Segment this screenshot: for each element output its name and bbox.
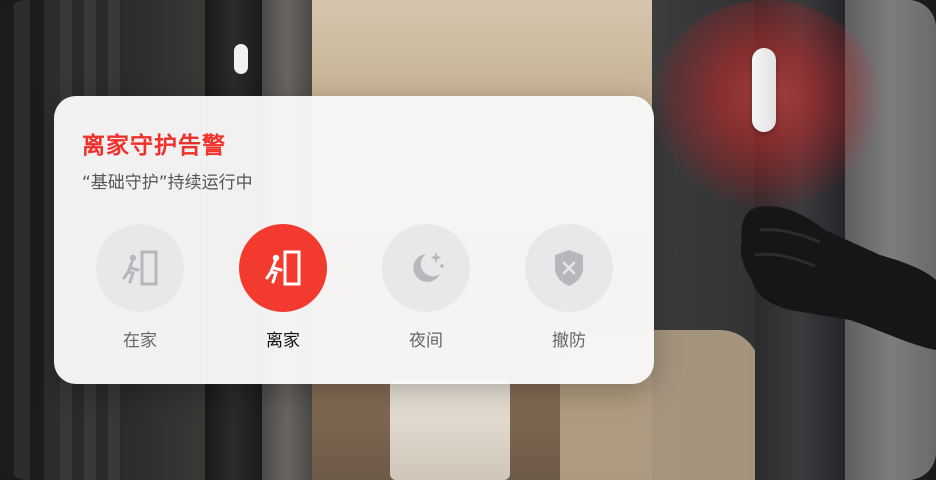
- mode-disarm-button[interactable]: 撤防: [525, 224, 613, 351]
- gloved-hand: [740, 206, 936, 350]
- marble-table: [390, 380, 510, 480]
- alert-subtitle: “基础守护”持续运行中: [82, 173, 253, 193]
- mode-label: 夜间: [409, 331, 443, 351]
- moon-stars-icon: [413, 252, 444, 282]
- mode-label: 在家: [123, 331, 157, 351]
- background-photo: 离家守护告警 “基础守护”持续运行中 在家 离家 夜间 撤防: [0, 0, 936, 480]
- exit-door-icon: [122, 250, 158, 286]
- door-sensor: [234, 44, 248, 74]
- curtain: [0, 0, 60, 480]
- mode-night-button[interactable]: 夜间: [382, 224, 470, 351]
- mode-circle: [525, 224, 613, 312]
- mode-circle: [96, 224, 184, 312]
- exit-door-icon: [265, 250, 301, 286]
- mode-circle: [382, 224, 470, 312]
- mode-away-button[interactable]: 离家: [239, 224, 327, 351]
- alert-title: 离家守护告警: [82, 133, 226, 159]
- shield-x-icon: [555, 250, 583, 286]
- mode-label: 离家: [266, 331, 300, 351]
- door-sensor: [752, 48, 776, 132]
- mode-circle: [239, 224, 327, 312]
- mode-label: 撤防: [552, 331, 586, 351]
- alert-card: 离家守护告警 “基础守护”持续运行中 在家 离家 夜间 撤防: [54, 96, 654, 384]
- mode-home-button[interactable]: 在家: [96, 224, 184, 351]
